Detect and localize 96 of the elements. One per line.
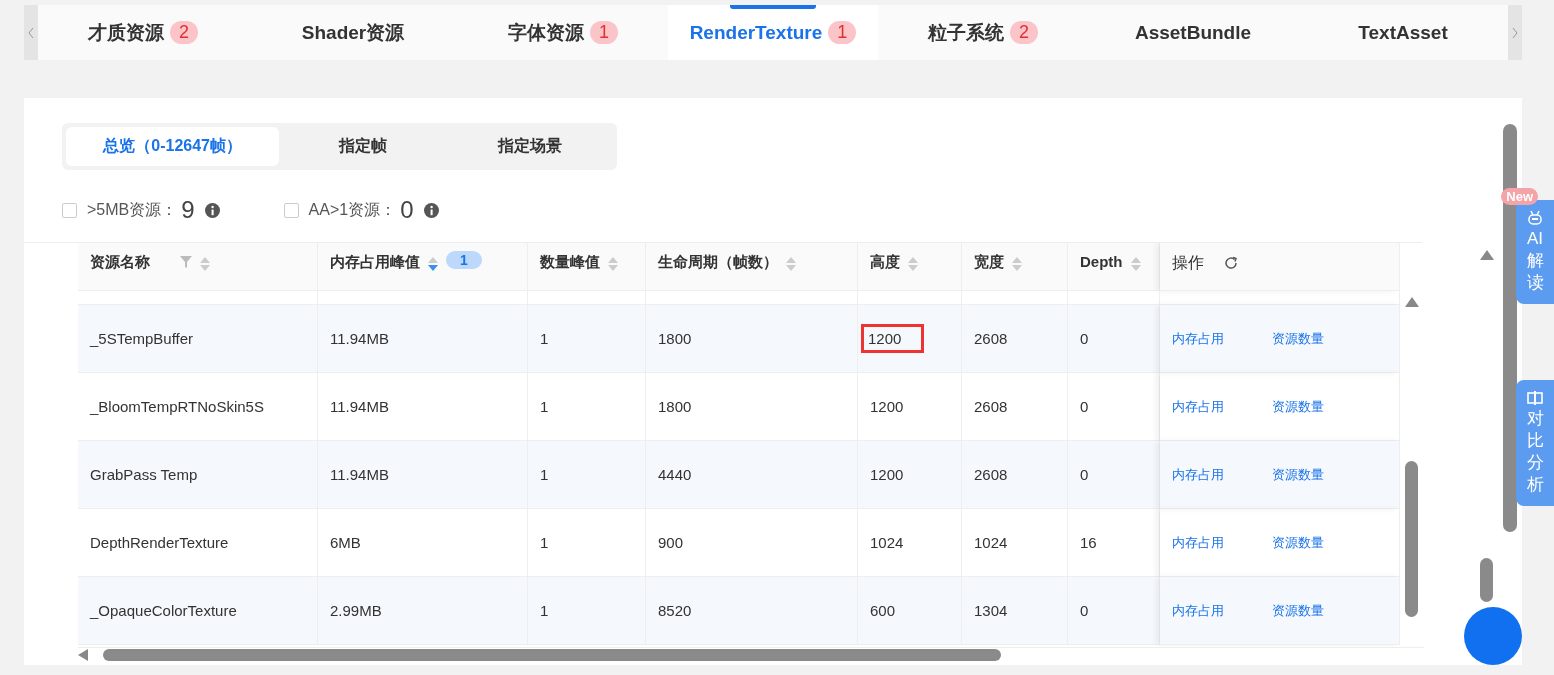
action-link[interactable]: 资源数量 (1272, 601, 1324, 620)
table-cell: 2608 (974, 466, 1008, 483)
action-link[interactable]: 内存占用 (1172, 329, 1224, 348)
table-cell: 1 (540, 466, 549, 483)
scroll-left-button[interactable] (24, 5, 38, 60)
sort-order-badge: 1 (446, 251, 482, 269)
table-cell: _OpaqueColorTexture (90, 602, 237, 619)
column-header[interactable]: 操作 (1172, 253, 1204, 274)
refresh-icon[interactable] (1224, 256, 1238, 270)
tab[interactable]: AssetBundle (1088, 5, 1298, 60)
segment-tab[interactable]: 指定帧 (279, 127, 447, 166)
sort-icon[interactable] (786, 256, 796, 272)
table-cell: 4440 (658, 466, 692, 483)
compare-icon (1527, 390, 1543, 406)
table-cell: 1304 (974, 602, 1008, 619)
tab[interactable]: 字体资源 1 (458, 5, 668, 60)
column-header[interactable]: 高度 (870, 253, 900, 272)
table-cell: 900 (658, 534, 684, 551)
table-cell: 11.94MB (330, 330, 389, 347)
table-cell: 600 (870, 602, 896, 619)
table-cell: 2608 (974, 330, 1008, 347)
sort-icon[interactable] (1012, 256, 1022, 272)
chevron-right-icon (1512, 26, 1518, 39)
checkbox[interactable] (62, 202, 77, 218)
count-badge: 1 (590, 21, 618, 44)
tab[interactable]: RenderTexture 1 (668, 5, 878, 60)
scrollbar-thumb[interactable] (1480, 558, 1493, 602)
info-icon[interactable] (204, 202, 220, 218)
table-cell: 1200 (870, 398, 904, 415)
table-cell: GrabPass Temp (90, 466, 198, 483)
sort-icon[interactable] (428, 256, 438, 272)
filter-icon[interactable] (180, 256, 192, 268)
scroll-right-button[interactable] (1508, 5, 1522, 60)
sort-icon[interactable] (908, 256, 918, 272)
tab[interactable]: Shader资源 (248, 5, 458, 60)
filter-label: >5MB资源： (87, 199, 178, 220)
action-link[interactable]: 内存占用 (1172, 465, 1224, 484)
table-cell: 1024 (870, 534, 904, 551)
table-cell: 1200 (864, 327, 922, 350)
action-link[interactable]: 内存占用 (1172, 601, 1224, 620)
column-header[interactable]: 资源名称 (90, 253, 150, 272)
table-cell: 1800 (658, 330, 692, 347)
table-cell: 2608 (974, 398, 1008, 415)
segment-tab[interactable]: 指定场景 (446, 127, 613, 166)
table-cell: 1200 (870, 466, 904, 483)
table-cell: 1 (540, 330, 549, 347)
tab[interactable]: 才质资源 2 (38, 5, 248, 60)
table-cell: 1 (540, 398, 549, 415)
table-cell: DepthRenderTexture (90, 534, 229, 551)
chevron-left-icon (28, 26, 34, 39)
table-cell: 1 (540, 602, 549, 619)
table-cell: 8520 (658, 602, 692, 619)
count-badge: 1 (828, 21, 857, 44)
table-cell: 6MB (330, 534, 361, 551)
checkbox[interactable] (283, 202, 299, 218)
filter-count: 0 (400, 196, 414, 224)
table-cell: 16 (1080, 534, 1097, 551)
column-header[interactable]: Depth (1080, 253, 1123, 270)
table-cell: _5STempBuffer (90, 330, 194, 347)
table-cell: 0 (1080, 466, 1089, 483)
action-link[interactable]: 内存占用 (1172, 397, 1224, 416)
table-cell: 2.99MB (330, 602, 382, 619)
table-cell: 1800 (658, 398, 692, 415)
new-badge: New (1501, 188, 1538, 205)
action-link[interactable]: 资源数量 (1272, 329, 1324, 348)
tab[interactable]: TextAsset (1298, 5, 1508, 60)
table-cell: 1024 (974, 534, 1008, 551)
action-link[interactable]: 内存占用 (1172, 533, 1224, 552)
sort-icon[interactable] (608, 256, 618, 272)
scroll-up-icon[interactable] (1405, 297, 1419, 307)
tab[interactable]: 粒子系统 2 (878, 5, 1088, 60)
table-cell: 11.94MB (330, 466, 389, 483)
scrollbar-thumb[interactable] (1405, 461, 1418, 617)
scroll-up-icon[interactable] (1480, 250, 1494, 260)
action-link[interactable]: 资源数量 (1272, 397, 1324, 416)
column-header[interactable]: 宽度 (974, 253, 1004, 272)
table-cell: 0 (1080, 398, 1089, 415)
filter-count: 9 (181, 196, 195, 224)
table-cell: 0 (1080, 330, 1089, 347)
scrollbar-thumb[interactable] (103, 649, 1001, 661)
table-cell: 1 (540, 534, 549, 551)
action-link[interactable]: 资源数量 (1272, 533, 1324, 552)
robot-icon (1527, 210, 1543, 226)
scroll-left-icon[interactable] (78, 649, 88, 661)
segment-tab[interactable]: 总览（0-12647帧） (66, 127, 280, 166)
column-header[interactable]: 内存占用峰值 (330, 253, 420, 272)
table-cell: 11.94MB (330, 398, 389, 415)
sort-icon[interactable] (1130, 256, 1141, 272)
filter-label: AA>1资源： (308, 199, 397, 220)
info-icon[interactable] (423, 202, 439, 218)
table-cell: _BloomTempRTNoSkin5S (90, 398, 264, 415)
count-badge: 2 (1010, 21, 1038, 44)
action-link[interactable]: 资源数量 (1272, 465, 1324, 484)
sort-icon[interactable] (200, 256, 210, 272)
table-cell: 0 (1080, 602, 1089, 619)
count-badge: 2 (170, 21, 198, 44)
